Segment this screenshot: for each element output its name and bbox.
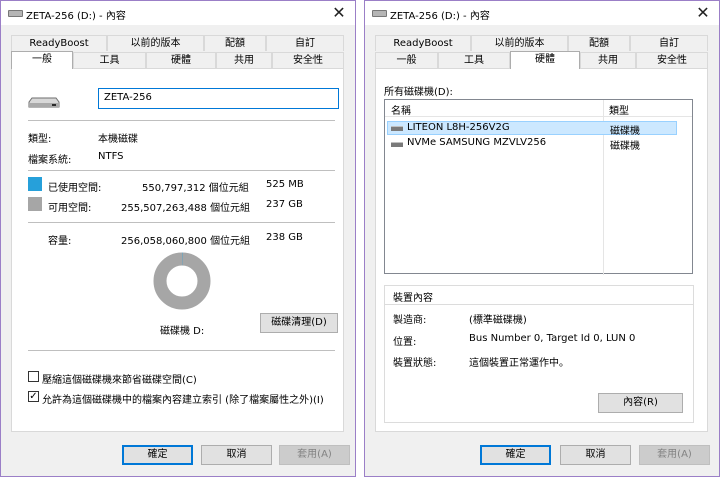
type-label: 類型: [28,134,52,145]
list-item-type: 磁碟機 [610,126,640,137]
type-value: 本機磁碟 [98,134,138,145]
tab-tools[interactable]: 工具 [438,52,510,68]
cancel-button[interactable]: 取消 [560,445,631,465]
tab-customize[interactable]: 自訂 [266,35,344,51]
list-header: 名稱 類型 [385,100,692,275]
apply-button[interactable]: 套用(A) [279,445,350,465]
column-header-name[interactable]: 名稱 [391,102,411,117]
tab-hardware[interactable]: 硬體 [510,51,580,69]
free-space-swatch [28,197,42,211]
compress-checkbox[interactable] [28,371,39,382]
drive-icon [372,10,387,17]
column-header-type[interactable]: 類型 [609,102,629,117]
list-item[interactable]: LITEON L8H-256V2G 磁碟機 [387,121,677,137]
usage-donut [152,251,212,311]
tab-customize[interactable]: 自訂 [630,35,708,51]
tab-general[interactable]: 一般 [11,51,73,69]
close-icon[interactable]: ✕ [693,3,713,23]
tab-previous-versions[interactable]: 以前的版本 [471,35,568,51]
tab-readyboost[interactable]: ReadyBoost [11,35,107,51]
tab-readyboost[interactable]: ReadyBoost [375,35,471,51]
tab-security[interactable]: 安全性 [272,52,344,68]
properties-window-general: ZETA-256 (D:) - 內容 ✕ ReadyBoost 以前的版本 配額… [0,0,356,477]
properties-window-hardware: ZETA-256 (D:) - 內容 ✕ ReadyBoost 以前的版本 配額… [364,0,720,477]
title-bar[interactable]: ZETA-256 (D:) - 內容 ✕ [365,1,719,25]
list-item-name: NVMe SAMSUNG MZVLV256 [407,137,547,148]
tab-tools[interactable]: 工具 [73,52,146,68]
drive-icon [391,126,403,131]
group-title: 裝置內容 [393,293,433,304]
volume-name-input[interactable]: ZETA-256 [98,88,339,109]
tab-quota[interactable]: 配額 [568,35,630,51]
manufacturer-label: 製造商: [393,315,427,326]
tab-sharing[interactable]: 共用 [216,52,272,68]
tab-security[interactable]: 安全性 [636,52,708,68]
free-space-label: 可用空間: [48,203,92,214]
free-space-bytes: 255,507,263,488 個位元組 [121,203,251,214]
free-space-size: 237 GB [266,199,303,210]
window-title: ZETA-256 (D:) - 內容 [390,11,490,22]
filesystem-label: 檔案系統: [28,155,72,166]
location-label: 位置: [393,337,417,348]
ok-button[interactable]: 確定 [122,445,193,465]
drive-letter-label: 磁碟機 D: [160,326,205,337]
disk-cleanup-button[interactable]: 磁碟清理(D) [260,313,338,333]
drive-large-icon [28,97,60,109]
properties-button[interactable]: 內容(R) [598,393,683,413]
cancel-button[interactable]: 取消 [201,445,272,465]
ok-button[interactable]: 確定 [480,445,551,465]
status-label: 裝置狀態: [393,358,437,369]
compress-label: 壓縮這個磁碟機來節省磁碟空間(C) [42,375,197,386]
list-item[interactable]: NVMe SAMSUNG MZVLV256 磁碟機 [387,137,677,152]
title-bar[interactable]: ZETA-256 (D:) - 內容 ✕ [1,1,355,25]
location-value: Bus Number 0, Target Id 0, LUN 0 [469,333,636,344]
apply-button[interactable]: 套用(A) [639,445,710,465]
device-properties-group: 裝置內容 製造商: (標準磁碟機) 位置: Bus Number 0, Targ… [384,285,694,423]
used-space-swatch [28,177,42,191]
drives-list[interactable]: 名稱 類型 LITEON L8H-256V2G 磁碟機 NVMe SAMSUNG… [384,99,693,275]
used-space-bytes: 550,797,312 個位元組 [142,183,249,194]
close-icon[interactable]: ✕ [329,3,349,23]
drive-icon [391,142,403,147]
list-item-type: 磁碟機 [610,141,640,152]
window-title: ZETA-256 (D:) - 內容 [26,11,126,22]
capacity-size: 238 GB [266,232,303,243]
index-label: 允許為這個磁碟機中的檔案內容建立索引 (除了檔案屬性之外)(I) [42,395,324,406]
filesystem-value: NTFS [98,151,124,162]
index-checkbox[interactable]: ✓ [28,391,39,402]
used-space-label: 已使用空間: [48,183,102,194]
tab-quota[interactable]: 配額 [204,35,266,51]
capacity-bytes: 256,058,060,800 個位元組 [121,236,251,247]
tab-general[interactable]: 一般 [375,52,438,68]
tab-hardware[interactable]: 硬體 [146,52,216,68]
drive-icon [8,10,23,17]
all-drives-label: 所有磁碟機(D): [384,87,453,98]
tab-previous-versions[interactable]: 以前的版本 [107,35,204,51]
tab-sharing[interactable]: 共用 [580,52,636,68]
general-panel: ZETA-256 類型: 本機磁碟 檔案系統: NTFS 已使用空間: 550,… [11,68,344,432]
used-space-size: 525 MB [266,179,304,190]
capacity-label: 容量: [48,236,72,247]
list-item-name: LITEON L8H-256V2G [407,122,510,133]
status-value: 這個裝置正常運作中。 [469,358,569,369]
manufacturer-value: (標準磁碟機) [469,315,527,326]
